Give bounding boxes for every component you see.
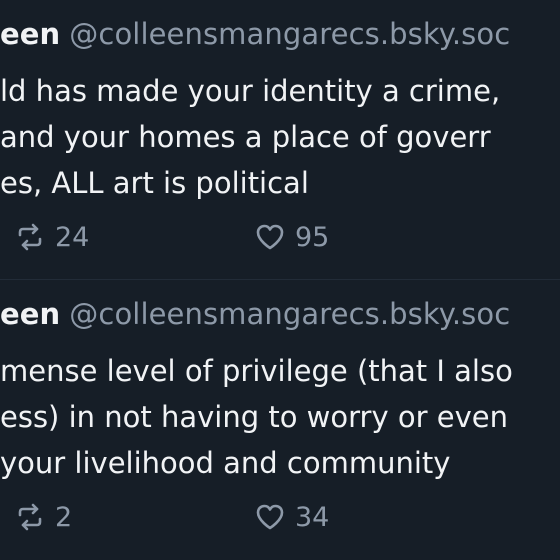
like-count: 34 <box>295 501 330 533</box>
post-text-line: your livelihood and community <box>0 446 451 480</box>
post-actions: 24 95 <box>0 217 560 257</box>
author-display-name[interactable]: een <box>0 297 60 331</box>
post-text: ld has made your identity a crime, and y… <box>0 68 500 206</box>
post-card[interactable]: een @colleensmangarecs.bsky.soc ld has ma… <box>0 0 560 280</box>
post-text-line: mense level of privilege (that I also <box>0 354 513 388</box>
repost-icon <box>18 223 42 251</box>
repost-button[interactable]: 2 <box>14 497 72 537</box>
post-card[interactable]: een @colleensmangarecs.bsky.soc mense lev… <box>0 280 560 560</box>
post-text: mense level of privilege (that I also es… <box>0 348 513 486</box>
author-handle[interactable]: @colleensmangarecs.bsky.soc <box>69 17 510 51</box>
like-button[interactable]: 34 <box>254 497 329 537</box>
post-actions: 2 34 <box>0 497 560 537</box>
repost-icon <box>18 503 42 531</box>
author-handle[interactable]: @colleensmangarecs.bsky.soc <box>69 297 510 331</box>
repost-count: 24 <box>55 221 90 253</box>
repost-button[interactable]: 24 <box>14 217 89 257</box>
author-display-name[interactable]: een <box>0 17 60 51</box>
post-header: een @colleensmangarecs.bsky.soc <box>0 296 510 332</box>
repost-count: 2 <box>55 501 73 533</box>
post-text-line: and your homes a place of goverr <box>0 120 491 154</box>
heart-icon <box>256 224 284 250</box>
heart-icon <box>256 504 284 530</box>
post-header: een @colleensmangarecs.bsky.soc <box>0 16 510 52</box>
like-count: 95 <box>295 221 330 253</box>
post-text-line: ld has made your identity a crime, <box>0 74 501 108</box>
post-text-line: es, ALL art is political <box>0 166 309 200</box>
post-text-line: ess) in not having to worry or even <box>0 400 508 434</box>
like-button[interactable]: 95 <box>254 217 329 257</box>
